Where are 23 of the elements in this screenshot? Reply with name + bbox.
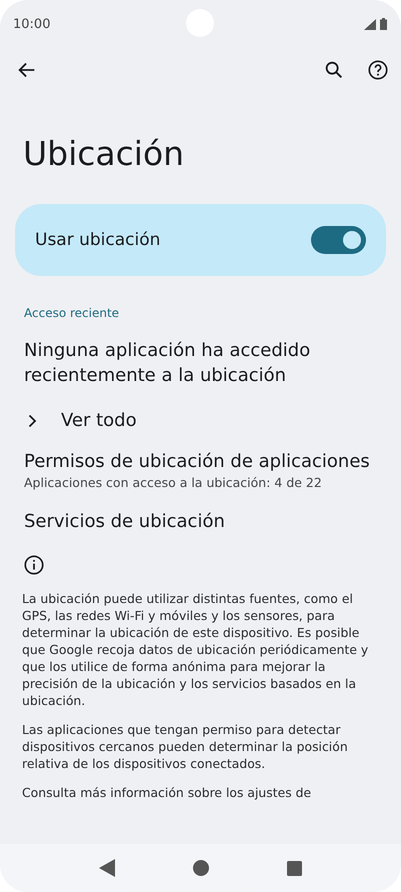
setting-title[interactable]: Permisos de ubicación de aplicaciones	[24, 449, 377, 474]
toggle-card[interactable]: Usar ubicación	[15, 204, 386, 276]
help-icon[interactable]	[367, 59, 389, 81]
search-icon[interactable]	[323, 59, 345, 81]
signal-icon	[364, 18, 376, 30]
recents-nav-icon[interactable]	[287, 860, 302, 876]
toggle-switch[interactable]	[311, 226, 366, 254]
page-title: Ubicación	[22, 133, 186, 175]
info-paragraph: La ubicación puede utilizar distintas fuentes, como el GPS, las redes Wi-Fi y móviles y los sensores, para determinar la ubicación de este dispositivo. Es posible que Google recoja datos de ubicación periódicamente y que los utilice de forma anónima para mejorar la precisión de la ubicación y los servicios basados en la ubicación.	[21, 590, 370, 709]
battery-icon	[380, 18, 387, 30]
setting-subtitle: Aplicaciones con acceso a la ubicación: 4 de 22	[24, 474, 323, 491]
see-all-link[interactable]: Ver todo	[61, 410, 137, 431]
toggle-label: Usar ubicación	[35, 230, 162, 250]
home-nav-icon[interactable]	[193, 860, 209, 876]
info-icon	[23, 554, 45, 576]
back-nav-icon[interactable]	[99, 859, 115, 877]
chevron-icon	[28, 414, 37, 428]
setting-title[interactable]: Servicios de ubicación	[24, 509, 377, 534]
section-header: Acceso reciente	[23, 305, 120, 320]
recent-access-message: Ninguna aplicación ha accedido recientemente a la ubicación	[23, 339, 312, 388]
status-time: 10:00	[13, 16, 50, 32]
info-paragraph: Consulta más información sobre los ajustes de	[21, 784, 312, 801]
info-paragraph: Las aplicaciones que tengan permiso para detectar dispositivos cercanos pueden determinar la posición relativa de los dispositivos conectados.	[21, 721, 349, 772]
